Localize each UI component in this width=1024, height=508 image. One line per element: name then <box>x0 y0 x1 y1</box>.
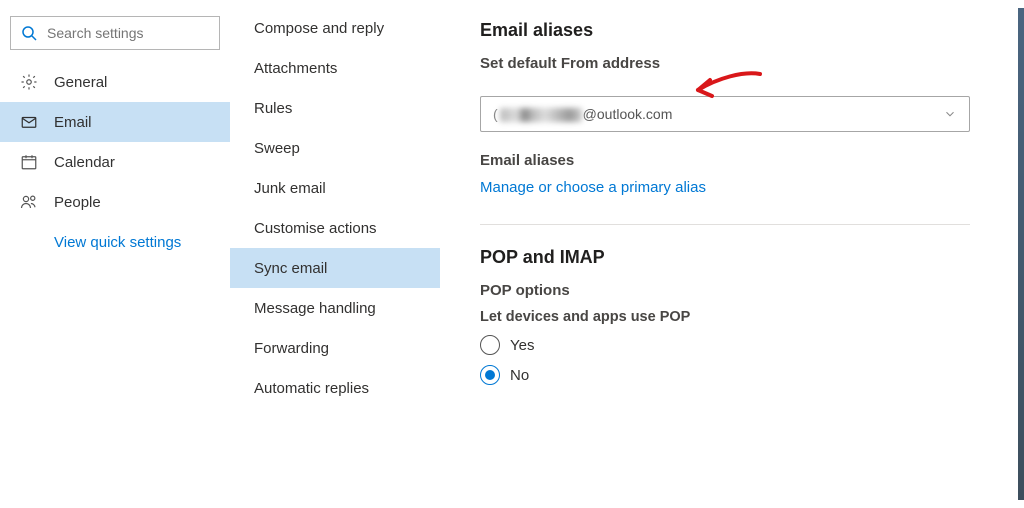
sub-nav-item[interactable]: Attachments <box>230 48 440 88</box>
chevron-down-icon <box>943 107 957 121</box>
settings-main-pane: Email aliases Set default From address (… <box>440 0 1024 508</box>
nav-general[interactable]: General <box>0 62 230 102</box>
sub-nav-item[interactable]: Customise actions <box>230 208 440 248</box>
default-from-dropdown[interactable]: (@outlook.com <box>480 96 970 132</box>
sub-nav-item[interactable]: Forwarding <box>230 328 440 368</box>
search-icon <box>21 25 37 41</box>
sub-nav-item[interactable]: Compose and reply <box>230 8 440 48</box>
pop-no-label: No <box>510 367 529 384</box>
calendar-icon <box>20 153 38 171</box>
sub-nav-item[interactable]: Junk email <box>230 168 440 208</box>
pop-yes-radio[interactable]: Yes <box>480 335 1014 355</box>
default-from-value: (@outlook.com <box>493 106 672 122</box>
nav-calendar-label: Calendar <box>54 154 115 171</box>
pop-imap-header: POP and IMAP <box>480 247 1014 268</box>
nav-people-label: People <box>54 194 101 211</box>
manage-alias-link[interactable]: Manage or choose a primary alias <box>480 179 1014 196</box>
pop-yes-label: Yes <box>510 337 534 354</box>
pop-no-radio[interactable]: No <box>480 365 1014 385</box>
settings-left-nav: General Email Calendar People View quick… <box>0 0 230 508</box>
settings-sub-nav: Compose and replyAttachmentsRulesSweepJu… <box>230 0 440 508</box>
nav-general-label: General <box>54 74 107 91</box>
sub-nav-item[interactable]: Rules <box>230 88 440 128</box>
nav-email-label: Email <box>54 114 92 131</box>
sub-nav-item[interactable]: Automatic replies <box>230 368 440 408</box>
search-settings-input[interactable] <box>47 25 209 41</box>
section-divider <box>480 224 970 225</box>
gear-icon <box>20 73 38 91</box>
email-aliases-header: Email aliases <box>480 20 1014 41</box>
sub-nav-item[interactable]: Sync email <box>230 248 440 288</box>
nav-people[interactable]: People <box>0 182 230 222</box>
sub-nav-item[interactable]: Message handling <box>230 288 440 328</box>
email-aliases-subheader: Email aliases <box>480 152 1014 169</box>
window-scrollbar[interactable] <box>1018 8 1024 500</box>
pop-let-devices-label: Let devices and apps use POP <box>480 309 1014 325</box>
view-quick-settings-link[interactable]: View quick settings <box>0 222 230 251</box>
nav-email[interactable]: Email <box>0 102 230 142</box>
search-settings-input-wrapper[interactable] <box>10 16 220 50</box>
pop-options-label: POP options <box>480 282 1014 299</box>
people-icon <box>20 193 38 211</box>
sub-nav-item[interactable]: Sweep <box>230 128 440 168</box>
set-default-from-label: Set default From address <box>480 55 1014 72</box>
mail-icon <box>20 113 38 131</box>
nav-calendar[interactable]: Calendar <box>0 142 230 182</box>
